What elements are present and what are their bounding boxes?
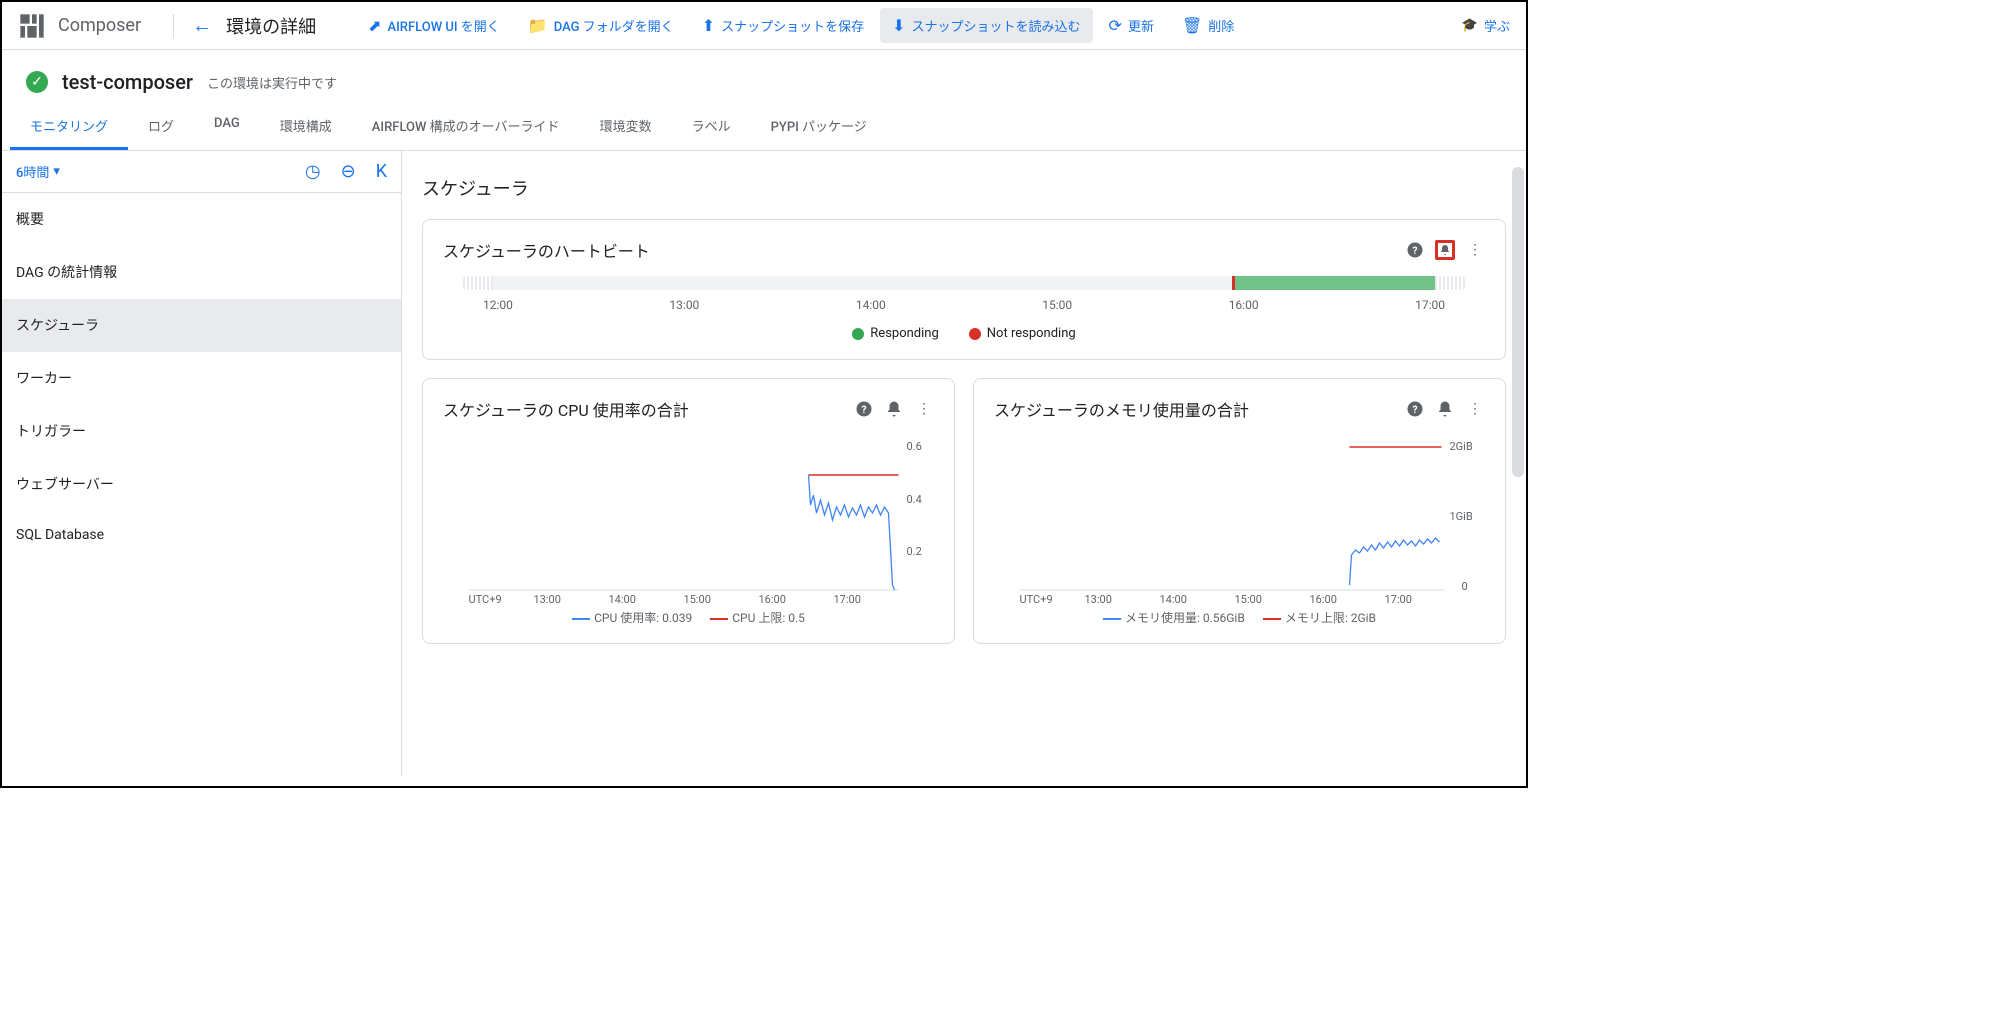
more-icon[interactable]: ⋮ bbox=[914, 399, 934, 419]
time-range-dropdown[interactable]: 6時間 ▾ bbox=[16, 162, 60, 181]
folder-icon: 📁 bbox=[528, 16, 548, 35]
more-icon[interactable]: ⋮ bbox=[1465, 399, 1485, 419]
svg-text:16:00: 16:00 bbox=[759, 593, 786, 605]
page-title: 環境の詳細 bbox=[226, 13, 316, 39]
heartbeat-card: スケジューラのハートビート ? ⋮ bbox=[422, 219, 1506, 360]
memory-legend: メモリ使用量: 0.56GiB メモリ上限: 2GiB bbox=[994, 609, 1485, 626]
tab-airflow-override[interactable]: AIRFLOW 構成のオーバーライド bbox=[352, 104, 580, 150]
heartbeat-x-axis: 12:00 13:00 14:00 15:00 16:00 17:00 bbox=[463, 298, 1465, 312]
chevron-down-icon: ▾ bbox=[53, 164, 60, 179]
tab-labels[interactable]: ラベル bbox=[672, 104, 751, 150]
skip-back-icon[interactable]: K bbox=[376, 161, 387, 182]
main-content: スケジューラ スケジューラのハートビート ? ⋮ bbox=[402, 151, 1526, 776]
zoom-out-icon[interactable]: ⊖ bbox=[341, 161, 356, 182]
product-name: Composer bbox=[58, 15, 141, 36]
tab-env-vars[interactable]: 環境変数 bbox=[580, 104, 672, 150]
svg-text:?: ? bbox=[861, 403, 866, 416]
tab-dag[interactable]: DAG bbox=[194, 104, 260, 150]
memory-chart: 2GiB 1GiB 0 UTC+9 13:00 14:00 15:00 16:0… bbox=[994, 435, 1485, 605]
clock-icon[interactable]: ◷ bbox=[305, 161, 321, 182]
help-icon[interactable]: ? bbox=[1405, 399, 1425, 419]
status-ok-icon: ✓ bbox=[26, 71, 48, 93]
tab-monitoring[interactable]: モニタリング bbox=[10, 104, 128, 150]
svg-text:0.4: 0.4 bbox=[907, 493, 922, 506]
section-title: スケジューラ bbox=[422, 175, 1506, 201]
header: Composer ← 環境の詳細 ⬈AIRFLOW UI を開く 📁DAG フォ… bbox=[2, 2, 1526, 50]
alert-bell-icon[interactable] bbox=[884, 399, 904, 419]
tabs: モニタリング ログ DAG 環境構成 AIRFLOW 構成のオーバーライド 環境… bbox=[2, 104, 1526, 151]
alert-bell-icon[interactable] bbox=[1435, 399, 1455, 419]
sidebar-item-worker[interactable]: ワーカー bbox=[2, 352, 401, 405]
graduation-cap-icon: 🎓 bbox=[1462, 18, 1478, 33]
external-link-icon: ⬈ bbox=[368, 16, 381, 35]
sidebar-item-scheduler[interactable]: スケジューラ bbox=[2, 299, 401, 352]
svg-text:14:00: 14:00 bbox=[609, 593, 636, 605]
download-icon: ⬇ bbox=[892, 16, 905, 35]
save-snapshot-button[interactable]: ⬆スナップショットを保存 bbox=[690, 8, 876, 43]
scrollbar[interactable] bbox=[1512, 167, 1524, 477]
environment-header: ✓ test-composer この環境は実行中です bbox=[2, 50, 1526, 104]
refresh-icon: ⟳ bbox=[1109, 16, 1122, 35]
svg-text:2GiB: 2GiB bbox=[1450, 440, 1473, 453]
tab-env-config[interactable]: 環境構成 bbox=[260, 104, 352, 150]
tab-pypi[interactable]: PYPI パッケージ bbox=[751, 104, 887, 150]
learn-button[interactable]: 🎓学ぶ bbox=[1462, 16, 1510, 35]
sidebar-item-overview[interactable]: 概要 bbox=[2, 193, 401, 246]
svg-text:1GiB: 1GiB bbox=[1450, 510, 1473, 523]
memory-title: スケジューラのメモリ使用量の合計 bbox=[994, 397, 1405, 421]
svg-text:UTC+9: UTC+9 bbox=[1020, 593, 1053, 605]
alert-bell-icon[interactable] bbox=[1435, 240, 1455, 260]
svg-text:13:00: 13:00 bbox=[534, 593, 561, 605]
svg-text:16:00: 16:00 bbox=[1310, 593, 1337, 605]
tab-logs[interactable]: ログ bbox=[128, 104, 194, 150]
help-icon[interactable]: ? bbox=[854, 399, 874, 419]
heartbeat-chart bbox=[463, 276, 1465, 290]
sidebar: 6時間 ▾ ◷ ⊖ K 概要 DAG の統計情報 スケジューラ ワーカー トリガ… bbox=[2, 151, 402, 776]
help-icon[interactable]: ? bbox=[1405, 240, 1425, 260]
separator bbox=[173, 14, 174, 38]
heartbeat-legend: Responding Not responding bbox=[463, 326, 1465, 341]
more-icon[interactable]: ⋮ bbox=[1465, 240, 1485, 260]
svg-text:17:00: 17:00 bbox=[834, 593, 861, 605]
composer-logo-icon bbox=[18, 12, 46, 40]
open-dag-folder-button[interactable]: 📁DAG フォルダを開く bbox=[516, 8, 686, 43]
back-button[interactable]: ← bbox=[186, 7, 218, 44]
sidebar-item-webserver[interactable]: ウェブサーバー bbox=[2, 458, 401, 511]
sidebar-item-dag-stats[interactable]: DAG の統計情報 bbox=[2, 246, 401, 299]
cpu-title: スケジューラの CPU 使用率の合計 bbox=[443, 397, 854, 421]
trash-icon: 🗑 bbox=[1182, 16, 1202, 35]
cpu-card: スケジューラの CPU 使用率の合計 ? ⋮ 0.6 0.4 0.2 bbox=[422, 378, 955, 644]
svg-text:0: 0 bbox=[1462, 580, 1468, 593]
open-airflow-ui-button[interactable]: ⬈AIRFLOW UI を開く bbox=[356, 8, 512, 43]
sidebar-item-triggerer[interactable]: トリガラー bbox=[2, 405, 401, 458]
svg-text:UTC+9: UTC+9 bbox=[469, 593, 502, 605]
svg-text:?: ? bbox=[1412, 244, 1417, 257]
delete-button[interactable]: 🗑削除 bbox=[1170, 8, 1246, 43]
svg-text:15:00: 15:00 bbox=[684, 593, 711, 605]
svg-text:0.2: 0.2 bbox=[907, 545, 922, 558]
svg-text:15:00: 15:00 bbox=[1235, 593, 1262, 605]
svg-text:0.6: 0.6 bbox=[907, 440, 922, 453]
refresh-button[interactable]: ⟳更新 bbox=[1097, 8, 1166, 43]
environment-name: test-composer bbox=[62, 70, 193, 94]
cpu-chart: 0.6 0.4 0.2 UTC+9 13:00 14:00 15:00 16:0… bbox=[443, 435, 934, 605]
svg-text:?: ? bbox=[1412, 403, 1417, 416]
svg-text:13:00: 13:00 bbox=[1085, 593, 1112, 605]
svg-text:14:00: 14:00 bbox=[1160, 593, 1187, 605]
svg-text:17:00: 17:00 bbox=[1385, 593, 1412, 605]
load-snapshot-button[interactable]: ⬇スナップショットを読み込む bbox=[880, 8, 1092, 43]
save-icon: ⬆ bbox=[702, 16, 715, 35]
memory-card: スケジューラのメモリ使用量の合計 ? ⋮ 2GiB 1GiB 0 bbox=[973, 378, 1506, 644]
environment-status: この環境は実行中です bbox=[207, 73, 337, 92]
time-controls: 6時間 ▾ ◷ ⊖ K bbox=[2, 151, 401, 193]
heartbeat-title: スケジューラのハートビート bbox=[443, 238, 1405, 262]
sidebar-item-sql-database[interactable]: SQL Database bbox=[2, 511, 401, 560]
cpu-legend: CPU 使用率: 0.039 CPU 上限: 0.5 bbox=[443, 609, 934, 626]
